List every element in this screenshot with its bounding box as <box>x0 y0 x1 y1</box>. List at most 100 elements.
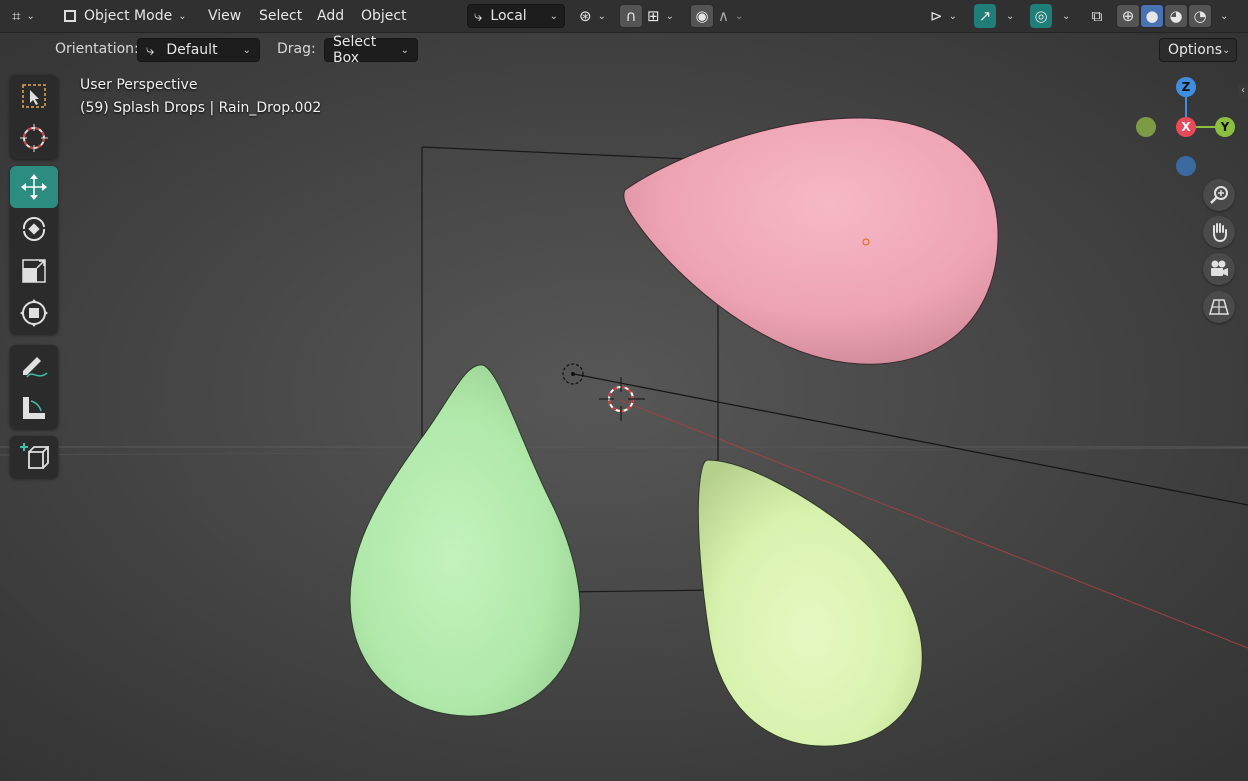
chevron-down-icon: ⌄ <box>597 10 606 22</box>
solid-sphere-icon: ● <box>1145 6 1159 25</box>
pivot-point-icon: ⊛ <box>579 6 592 25</box>
grid-line <box>0 447 1248 456</box>
material-sphere-icon: ◕ <box>1169 6 1183 25</box>
move-icon <box>21 174 47 200</box>
transform-orientation-dropdown[interactable]: ⤷ Local ⌄ <box>467 4 565 28</box>
pink-rain-drop[interactable] <box>623 117 999 365</box>
drag-dropdown[interactable]: Select Box ⌄ <box>324 34 418 66</box>
camera-frame-line <box>559 290 719 593</box>
select-box-icon <box>22 84 46 108</box>
chevron-down-icon: ⌄ <box>1006 10 1015 22</box>
mode-label: Object Mode <box>84 8 173 24</box>
shading-dropdown[interactable]: ⌄ <box>1214 4 1240 28</box>
overlays-icon: ◎ <box>1034 6 1048 25</box>
chevron-down-icon: ⌄ <box>948 10 957 22</box>
gizmo-toggle[interactable]: ↗ <box>974 4 996 28</box>
toolbar-group-add <box>10 436 58 478</box>
chevron-down-icon: ⌄ <box>734 10 744 22</box>
cursor-tool[interactable] <box>10 117 58 159</box>
measure-tool[interactable] <box>10 387 58 429</box>
menu-select[interactable]: Select <box>259 8 302 24</box>
toolbar-group-transform <box>10 166 58 334</box>
shading-solid[interactable]: ● <box>1140 4 1164 28</box>
chevron-down-icon: ⌄ <box>242 44 251 56</box>
scale-tool[interactable] <box>10 250 58 292</box>
annotate-pencil-icon <box>23 357 48 378</box>
3d-viewport-icon: ⌗ <box>12 6 21 25</box>
gizmo-y-axis[interactable]: Y <box>1215 117 1235 137</box>
pan-button[interactable] <box>1203 216 1235 248</box>
measure-ruler-icon <box>23 397 45 419</box>
scene-canvas[interactable] <box>0 33 1248 781</box>
mode-selector[interactable]: Object Mode ⌄ <box>58 4 193 28</box>
chevron-left-icon: ‹ <box>1241 85 1245 96</box>
cursor-icon <box>20 124 48 152</box>
xray-toggle[interactable]: ⧉ <box>1086 4 1108 28</box>
viewport-header: ⌗ ⌄ Object Mode ⌄ View Select Add Object… <box>0 0 1248 33</box>
rendered-sphere-icon: ◔ <box>1193 6 1207 25</box>
visibility-dropdown[interactable]: ⊳ ⌄ <box>928 4 968 28</box>
gizmo-neg-y-axis[interactable] <box>1136 117 1156 137</box>
add-cube-tool[interactable] <box>10 436 58 478</box>
chevron-down-icon: ⌄ <box>178 10 187 22</box>
snap-toggle[interactable]: ∩ <box>619 4 643 28</box>
overlays-dropdown[interactable]: ⌄ <box>1056 4 1078 28</box>
hand-icon <box>1213 223 1227 243</box>
gizmo-neg-z-axis[interactable] <box>1176 156 1196 176</box>
rotate-tool[interactable] <box>10 208 58 250</box>
xray-icon: ⧉ <box>1091 6 1103 25</box>
sidebar-toggle[interactable]: ‹ <box>1238 84 1248 98</box>
shading-rendered[interactable]: ◔ <box>1188 4 1212 28</box>
shading-material[interactable]: ◕ <box>1164 4 1188 28</box>
falloff-curve-icon: ∧ <box>718 6 729 25</box>
camera-frame-line <box>421 146 713 161</box>
menu-object[interactable]: Object <box>361 8 407 24</box>
orientation-value: Default <box>166 42 218 58</box>
falloff-dropdown[interactable]: ∧ ⌄ <box>716 4 754 28</box>
zoom-button[interactable] <box>1203 179 1235 211</box>
snap-target-dropdown[interactable]: ⊞ ⌄ <box>645 4 683 28</box>
add-cube-icon <box>20 443 49 469</box>
overlays-toggle[interactable]: ◎ <box>1030 4 1052 28</box>
move-tool[interactable] <box>10 166 58 208</box>
chevron-down-icon: ⌄ <box>549 10 558 22</box>
annotate-tool[interactable] <box>10 345 58 387</box>
scale-icon <box>22 259 46 283</box>
camera-view-button[interactable] <box>1203 253 1235 285</box>
object-mode-icon <box>64 10 76 22</box>
object-info-label: (59) Splash Drops | Rain_Drop.002 <box>80 100 322 116</box>
menu-view[interactable]: View <box>208 8 241 24</box>
transform-orientation-label: Local <box>490 8 527 24</box>
shading-wireframe[interactable]: ⊕ <box>1116 4 1140 28</box>
options-dropdown[interactable]: Options ⌄ <box>1159 38 1237 62</box>
gizmo-icon: ↗ <box>978 6 992 25</box>
gizmo-z-axis[interactable]: Z <box>1176 77 1196 97</box>
chevron-down-icon: ⌄ <box>665 10 674 22</box>
3d-viewport[interactable]: User Perspective (59) Splash Drops | Rai… <box>0 33 1248 781</box>
selectability-icon: ⊳ <box>930 6 943 25</box>
toolbar-group-select <box>10 75 58 159</box>
grid-perspective-icon <box>1209 299 1229 315</box>
pivot-point-dropdown[interactable]: ⊛ ⌄ <box>575 4 613 28</box>
rotate-icon <box>22 217 46 241</box>
gizmo-dropdown[interactable]: ⌄ <box>1000 4 1022 28</box>
transform-tool[interactable] <box>10 292 58 334</box>
orientation-dropdown[interactable]: ⤷ Default ⌄ <box>137 38 260 62</box>
menu-add[interactable]: Add <box>317 8 344 24</box>
toolbar-group-annotate <box>10 345 58 429</box>
green-rain-drop[interactable] <box>349 364 581 717</box>
lime-rain-drop[interactable] <box>697 459 923 747</box>
magnet-icon: ∩ <box>625 6 637 25</box>
chevron-down-icon: ⌄ <box>1222 44 1231 56</box>
select-box-tool[interactable] <box>10 75 58 117</box>
orientation-label: Orientation: <box>55 41 139 57</box>
perspective-label: User Perspective <box>80 77 198 93</box>
camera-icon <box>1211 260 1228 276</box>
proportional-edit-toggle[interactable]: ◉ <box>690 4 714 28</box>
ortho-toggle-button[interactable] <box>1203 291 1235 323</box>
options-label: Options <box>1168 42 1223 58</box>
editor-type-button[interactable]: ⌗ ⌄ <box>8 4 39 28</box>
wireframe-sphere-icon: ⊕ <box>1121 6 1135 25</box>
snap-increment-icon: ⊞ <box>647 6 660 25</box>
gizmo-x-axis[interactable]: X <box>1176 117 1196 137</box>
